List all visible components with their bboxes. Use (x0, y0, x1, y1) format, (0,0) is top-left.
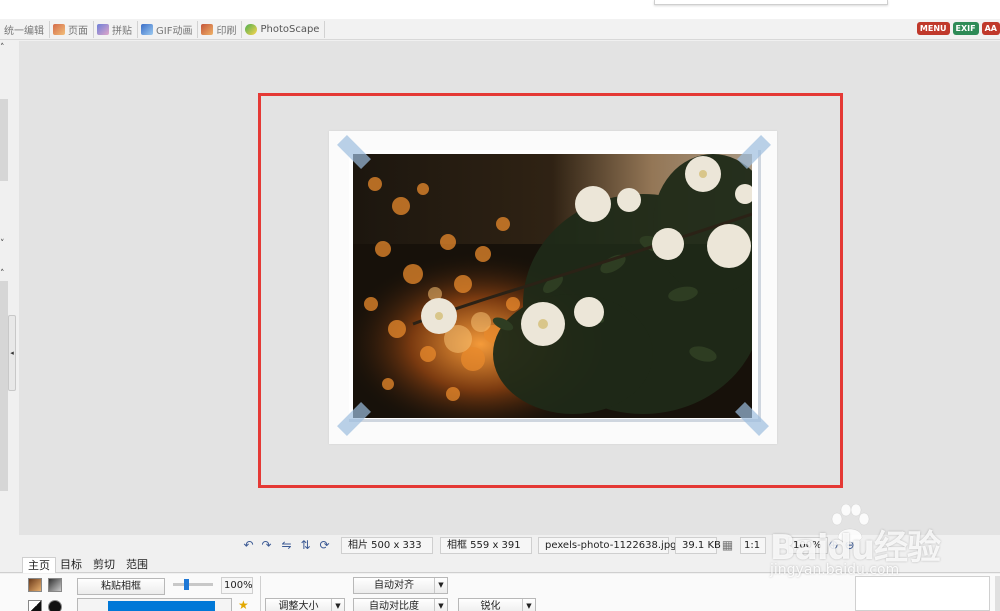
title-strip (0, 0, 1000, 19)
tab-gif[interactable]: GIF动画 (138, 20, 199, 38)
favorite-star-icon[interactable]: ★ (238, 598, 249, 611)
panel-collapse-handle[interactable]: ◂ (8, 315, 16, 391)
auto-contrast-label: 自动对比度 (369, 601, 419, 611)
mode-tab-bar: 统一编辑 页面 拼贴 GIF动画 印刷 PhotoScape MENU EXIF… (0, 19, 1000, 40)
resize-label: 调整大小 (278, 601, 319, 611)
bw-icon[interactable] (28, 600, 42, 611)
chevron-down-icon: ▼ (434, 599, 447, 611)
tab-label: 统一编辑 (4, 25, 44, 37)
frame-slider[interactable] (173, 579, 213, 590)
rotate-right-icon[interactable]: ↷ (259, 538, 274, 553)
tab-print[interactable]: 印刷 (198, 20, 243, 38)
slider-percent[interactable]: 100% (221, 577, 253, 594)
rotate-left-icon[interactable]: ↶ (241, 538, 256, 553)
print-icon (201, 23, 214, 35)
dropdown-edge (654, 0, 888, 5)
ribbon-scroll-right[interactable] (995, 576, 1000, 611)
chevron-down-icon[interactable]: ˅ (0, 239, 5, 249)
flip-vertical-icon[interactable]: ⇅ (298, 538, 313, 553)
tab-home[interactable]: 主页 (22, 557, 56, 573)
chevron-down-icon: ▼ (434, 578, 447, 593)
top-right-icons: MENU EXIF AA (916, 22, 1000, 35)
editor-canvas[interactable] (19, 41, 1000, 535)
tab-page[interactable]: 页面 (50, 20, 94, 38)
photo (353, 154, 752, 418)
refresh-icon[interactable]: ⟳ (317, 538, 332, 553)
tab-label: GIF动画 (156, 25, 193, 37)
gif-icon (141, 23, 153, 35)
menu-button[interactable]: MENU (916, 22, 950, 35)
sharpen-dropdown[interactable]: 锐化 ▼ (458, 598, 536, 611)
auto-level-dropdown[interactable]: 自动对齐 ▼ (353, 577, 448, 594)
baidu-jingyan-watermark: Baidu经验 jingyan.baidu.com (770, 500, 970, 590)
exif-button[interactable]: EXIF (952, 22, 979, 35)
chevron-up-icon[interactable]: ˄ (0, 43, 5, 53)
chevron-up-icon[interactable]: ˄ (0, 269, 5, 279)
frame-preview[interactable] (77, 598, 232, 611)
color-brown-icon[interactable] (28, 578, 42, 592)
auto-contrast-dropdown[interactable]: 自动对比度 ▼ (353, 598, 448, 611)
framed-image[interactable] (329, 131, 777, 444)
resize-dropdown[interactable]: 调整大小 ▼ (265, 598, 345, 611)
text-size-button[interactable]: AA (981, 22, 1000, 35)
tab-label: 页面 (68, 25, 88, 37)
left-scrollbar-bottom[interactable] (0, 281, 8, 491)
slider-thumb[interactable] (184, 579, 189, 590)
paste-frame-button[interactable]: 粘贴相框 (77, 578, 165, 595)
combine-icon (97, 23, 109, 35)
sharpen-label: 锐化 (480, 601, 501, 611)
photo-frame (349, 150, 761, 422)
tab-crop[interactable]: 剪切 (88, 557, 120, 573)
watermark-url: jingyan.baidu.com (770, 562, 900, 578)
tab-object[interactable]: 目标 (55, 557, 87, 573)
photoscape-icon (245, 23, 258, 35)
left-panel: ˄ ˅ ˄ ◂ (0, 41, 18, 553)
tab-label: 印刷 (216, 25, 237, 37)
tab-photoscape[interactable]: PhotoScape (242, 20, 326, 38)
ribbon-separator (260, 576, 261, 611)
frame-size-field: 相框 559 x 391 (440, 537, 532, 554)
flip-horizontal-icon[interactable]: ⇋ (279, 538, 294, 553)
chevron-down-icon: ▼ (522, 599, 535, 611)
checkerboard-icon[interactable]: ▦ (720, 538, 735, 553)
contrast-icon[interactable] (48, 600, 62, 611)
chevron-down-icon: ▼ (331, 599, 344, 611)
tab-label: PhotoScape (260, 23, 320, 35)
tab-label: 拼贴 (112, 25, 132, 37)
filename-field: pexels-photo-1122638.jpg (538, 537, 677, 554)
flower-photo (353, 154, 752, 418)
frame-preview-fill (108, 601, 215, 611)
zoom-1to1-button[interactable]: 1:1 (740, 537, 766, 554)
page-icon (53, 23, 65, 35)
left-scrollbar-top[interactable] (0, 99, 8, 181)
auto-level-label: 自动对齐 (374, 580, 414, 591)
color-gray-icon[interactable] (48, 578, 62, 592)
tab-combine[interactable]: 拼贴 (94, 20, 138, 38)
photo-size-field: 相片 500 x 333 (341, 537, 433, 554)
tab-batch-edit[interactable]: 统一编辑 (0, 20, 50, 38)
filesize-field: 39.1 KB (675, 537, 721, 554)
tab-tools[interactable]: 范围 (121, 557, 153, 573)
